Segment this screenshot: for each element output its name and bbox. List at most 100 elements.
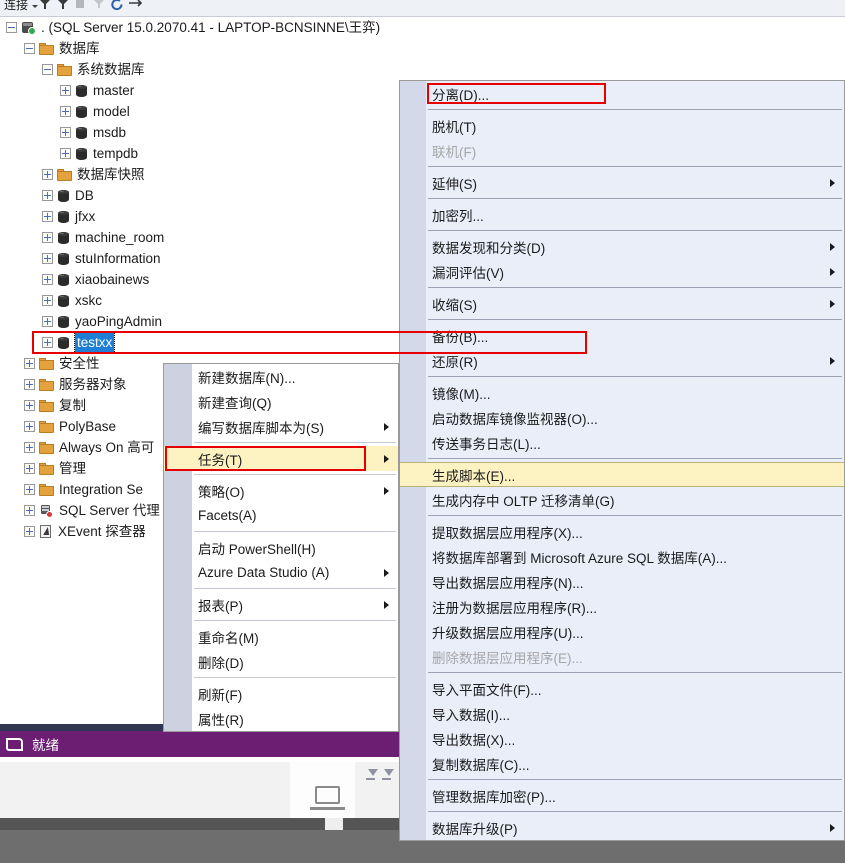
menu-separator [428, 287, 842, 288]
filter-icon[interactable] [38, 0, 56, 12]
menu-item-分离(d)...[interactable]: 分离(D)... [400, 81, 844, 106]
menu-item-数据库升级(p)[interactable]: 数据库升级(P) [400, 815, 844, 840]
menu-separator [428, 109, 842, 110]
menu-item-重命名(m)[interactable]: 重命名(M) [164, 624, 398, 649]
menu-separator [194, 677, 396, 678]
expand-icon[interactable] [42, 337, 53, 348]
expand-icon[interactable] [42, 190, 53, 201]
collapse-icon[interactable] [42, 64, 53, 75]
expand-icon[interactable] [42, 169, 53, 180]
menu-item-属性(r)[interactable]: 属性(R) [164, 706, 398, 731]
menu-item-加密列...[interactable]: 加密列... [400, 202, 844, 227]
expand-icon[interactable] [24, 442, 35, 453]
menu-item-备份(b)...[interactable]: 备份(B)... [400, 323, 844, 348]
database-context-menu[interactable]: 新建数据库(N)... 新建查询(Q) 编写数据库脚本为(S) 任务(T) 策略(O) F… [163, 363, 399, 732]
tree-node-label: master [93, 83, 135, 98]
menu-item-label: 镜像(M)... [432, 386, 491, 402]
folder-icon [39, 378, 54, 391]
menu-item-新建查询(q)[interactable]: 新建查询(Q) [164, 389, 398, 414]
menu-item-策略(o)[interactable]: 策略(O) [164, 478, 398, 503]
menu-item-导出数据层应用程序(n)...[interactable]: 导出数据层应用程序(N)... [400, 569, 844, 594]
menu-item-azure-data-studio-(a)[interactable]: Azure Data Studio (A) [164, 560, 398, 585]
status-bar-text: 就绪 [32, 738, 59, 753]
collapse-icon[interactable] [6, 22, 17, 33]
expand-icon[interactable] [42, 316, 53, 327]
tree-node-sql-server-15-0-2070-41-laptop-bcnsinne[interactable]: . (SQL Server 15.0.2070.41 - LAPTOP-BCNS… [0, 17, 845, 38]
menu-item-label: 新建查询(Q) [198, 395, 272, 411]
expand-icon[interactable] [24, 526, 35, 537]
monitor-icon[interactable] [315, 786, 340, 804]
sync-icon[interactable] [128, 0, 146, 12]
menu-item-生成内存中-oltp-迁移清单(g)[interactable]: 生成内存中 OLTP 迁移清单(G) [400, 487, 844, 512]
expand-icon[interactable] [60, 85, 71, 96]
menu-item-复制数据库(c)...[interactable]: 复制数据库(C)... [400, 751, 844, 776]
expand-icon[interactable] [24, 505, 35, 516]
menu-item-镜像(m)...[interactable]: 镜像(M)... [400, 380, 844, 405]
menu-item-生成脚本(e)...[interactable]: 生成脚本(E)... [400, 462, 844, 487]
tree-node-label: PolyBase [59, 419, 117, 434]
menu-item-label: 导出数据层应用程序(N)... [432, 575, 584, 591]
menu-item-脱机(t)[interactable]: 脱机(T) [400, 113, 844, 138]
tree-node-label: DB [75, 188, 94, 203]
expand-icon[interactable] [24, 400, 35, 411]
menu-item-注册为数据层应用程序(r)...[interactable]: 注册为数据层应用程序(R)... [400, 594, 844, 619]
database-icon [57, 210, 70, 224]
menu-item-facets(a)[interactable]: Facets(A) [164, 503, 398, 528]
menu-item-管理数据库加密(p)...[interactable]: 管理数据库加密(P)... [400, 783, 844, 808]
menu-item-收缩(s)[interactable]: 收缩(S) [400, 291, 844, 316]
menu-item-刷新(f)[interactable]: 刷新(F) [164, 681, 398, 706]
taskbar-cell[interactable] [325, 818, 343, 830]
expand-icon[interactable] [42, 232, 53, 243]
expand-icon[interactable] [24, 463, 35, 474]
expand-icon[interactable] [42, 253, 53, 264]
expand-icon[interactable] [42, 295, 53, 306]
tree-node-label: 系统数据库 [77, 62, 145, 77]
menu-item-导出数据(x)...[interactable]: 导出数据(X)... [400, 726, 844, 751]
refresh-icon[interactable] [110, 0, 128, 12]
expand-icon[interactable] [24, 421, 35, 432]
menu-item-label: 删除数据层应用程序(E)... [432, 650, 583, 666]
menu-item-提取数据层应用程序(x)...[interactable]: 提取数据层应用程序(X)... [400, 519, 844, 544]
expand-icon[interactable] [42, 211, 53, 222]
tree-node-label: Always On 高可 [59, 440, 155, 455]
menu-item-报表(p)[interactable]: 报表(P) [164, 592, 398, 617]
expand-icon[interactable] [24, 358, 35, 369]
menu-item-任务(t)[interactable]: 任务(T) [164, 446, 398, 471]
folder-icon [57, 168, 72, 181]
menu-item-启动-powershell(h)[interactable]: 启动 PowerShell(H) [164, 535, 398, 560]
menu-item-删除数据层应用程序(e)...: 删除数据层应用程序(E)... [400, 644, 844, 669]
menu-item-升级数据层应用程序(u)...[interactable]: 升级数据层应用程序(U)... [400, 619, 844, 644]
menu-item-启动数据库镜像监视器(o)...[interactable]: 启动数据库镜像监视器(O)... [400, 405, 844, 430]
collapse-icon[interactable] [24, 43, 35, 54]
menu-item-label: Azure Data Studio (A) [198, 565, 330, 580]
expand-icon[interactable] [24, 484, 35, 495]
expand-icon[interactable] [60, 127, 71, 138]
menu-item-将数据库部署到-microsoft-azure-sql-数据库(a)...[interactable]: 将数据库部署到 Microsoft Azure SQL 数据库(A)... [400, 544, 844, 569]
filter-2-icon[interactable] [56, 0, 74, 12]
menu-item-延伸(s)[interactable]: 延伸(S) [400, 170, 844, 195]
submenu-arrow-icon [830, 267, 835, 276]
expand-icon[interactable] [60, 148, 71, 159]
menu-item-漏洞评估(v)[interactable]: 漏洞评估(V) [400, 259, 844, 284]
clear-filter-icon [92, 0, 110, 12]
menu-item-新建数据库(n)...[interactable]: 新建数据库(N)... [164, 364, 398, 389]
menu-item-导入数据(i)...[interactable]: 导入数据(I)... [400, 701, 844, 726]
chevron-down-2-icon[interactable] [384, 769, 394, 776]
expand-icon[interactable] [24, 379, 35, 390]
menu-item-传送事务日志(l)...[interactable]: 传送事务日志(L)... [400, 430, 844, 455]
connect-button-label[interactable]: 连接 [4, 0, 28, 11]
menu-item-还原(r)[interactable]: 还原(R) [400, 348, 844, 373]
menu-item-编写数据库脚本为(s)[interactable]: 编写数据库脚本为(S) [164, 414, 398, 439]
menu-item-数据发现和分类(d)[interactable]: 数据发现和分类(D) [400, 234, 844, 259]
tree-node-[interactable]: 系统数据库 [0, 59, 845, 80]
tree-node-[interactable]: 数据库 [0, 38, 845, 59]
expand-icon[interactable] [42, 274, 53, 285]
menu-item-导入平面文件(f)...[interactable]: 导入平面文件(F)... [400, 676, 844, 701]
menu-item-label: 数据发现和分类(D) [432, 240, 546, 256]
tasks-submenu[interactable]: 分离(D)... 脱机(T) 联机(F) 延伸(S) 加密列... 数据发现和分类(D) 漏… [399, 80, 845, 841]
menu-item-删除(d)[interactable]: 删除(D) [164, 649, 398, 674]
expand-icon[interactable] [60, 106, 71, 117]
tree-node-label: 数据库快照 [77, 167, 145, 182]
chevron-down-icon[interactable] [368, 769, 378, 776]
menu-item-label: 导入平面文件(F)... [432, 682, 542, 698]
